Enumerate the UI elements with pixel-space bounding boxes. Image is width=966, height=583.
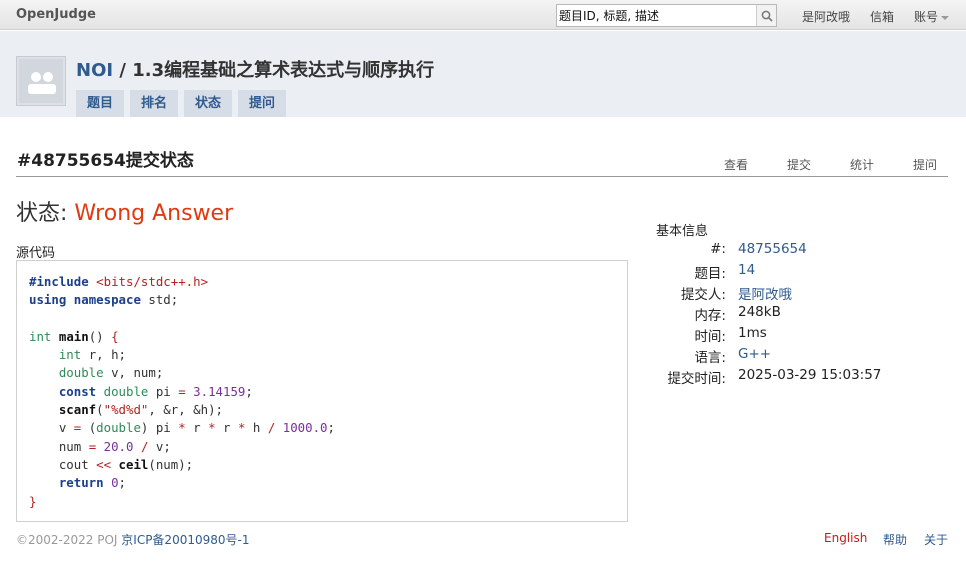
account-menu[interactable]: 账号 xyxy=(914,8,950,25)
group-avatar xyxy=(16,56,66,106)
status-label: 状态: xyxy=(16,201,68,226)
info-row-memory: 内存: 248kB xyxy=(640,304,940,325)
info-key: 时间: xyxy=(694,329,726,345)
info-row-id: #: 48755654 xyxy=(640,241,940,262)
title-divider xyxy=(16,176,948,177)
code-line: int r, h; xyxy=(58,347,126,363)
memory-value: 248kB xyxy=(738,304,781,320)
user-name-link[interactable]: 是阿改哦 xyxy=(802,8,850,25)
code-line: const double pi = 3.14159; xyxy=(58,383,253,399)
info-key: 语言: xyxy=(694,350,726,366)
code-line: num = 20.0 / v; xyxy=(29,438,171,454)
source-code-box: #include <bits/stdc++.h> using namespace… xyxy=(16,260,628,522)
source-code-label: 源代码 xyxy=(16,246,56,261)
action-statistics[interactable]: 统计 xyxy=(850,156,874,173)
account-label: 账号 xyxy=(914,10,939,24)
group-link[interactable]: NOI xyxy=(76,60,113,81)
time-value: 1ms xyxy=(738,325,767,341)
tab-ranking[interactable]: 排名 xyxy=(130,90,179,117)
site-logo[interactable]: OpenJudge xyxy=(16,7,96,22)
code-line: return 0; xyxy=(58,475,127,491)
footer-copyright: ©2002-2022 POJ 京ICP备20010980号-1 xyxy=(16,531,249,548)
language-english-link[interactable]: English xyxy=(824,531,867,545)
code-line: #include <bits/stdc++.h> xyxy=(29,274,209,289)
action-submit[interactable]: 提交 xyxy=(787,156,811,173)
chevron-down-icon xyxy=(941,15,950,20)
problem-link[interactable]: 14 xyxy=(738,262,755,278)
icp-link[interactable]: 京ICP备20010980号-1 xyxy=(121,533,249,547)
code-line: double v, num; xyxy=(58,365,164,381)
info-row-submitter: 提交人: 是阿改哦 xyxy=(640,283,940,304)
info-key: #: xyxy=(710,241,726,257)
tab-questions[interactable]: 提问 xyxy=(238,90,287,117)
code-line: cout << ceil(num); xyxy=(29,456,194,472)
language-link[interactable]: G++ xyxy=(738,346,771,362)
submitter-link[interactable]: 是阿改哦 xyxy=(738,283,792,303)
code-line: using namespace std; xyxy=(29,292,179,308)
search-input[interactable] xyxy=(557,5,757,26)
code-line: } xyxy=(29,493,37,509)
status-line: 状态: Wrong Answer xyxy=(16,195,233,227)
status-value: Wrong Answer xyxy=(74,201,234,226)
title-separator: / xyxy=(119,60,126,81)
info-title: 基本信息 xyxy=(656,224,709,239)
tab-problems[interactable]: 题目 xyxy=(76,90,125,117)
page-title: NOI / 1.3编程基础之算术表达式与顺序执行 xyxy=(76,56,434,82)
code-line: v = (double) pi * r * r * h / 1000.0; xyxy=(29,420,335,436)
info-key: 提交时间: xyxy=(667,371,726,387)
action-view[interactable]: 查看 xyxy=(724,156,748,173)
search-box xyxy=(556,4,777,27)
help-link[interactable]: 帮助 xyxy=(883,531,907,548)
code-line: scanf("%d%d", &r, &h); xyxy=(58,402,223,418)
submission-title: #48755654提交状态 xyxy=(17,151,194,171)
action-ask[interactable]: 提问 xyxy=(913,156,937,173)
contest-title: 1.3编程基础之算术表达式与顺序执行 xyxy=(132,60,435,81)
info-row-language: 语言: G++ xyxy=(640,346,940,367)
search-button[interactable] xyxy=(756,5,776,26)
top-bar: OpenJudge 是阿改哦 信箱 账号 xyxy=(0,0,966,30)
submit-time-value: 2025-03-29 15:03:57 xyxy=(738,367,882,383)
info-row-submit-time: 提交时间: 2025-03-29 15:03:57 xyxy=(640,367,940,388)
info-row-time: 时间: 1ms xyxy=(640,325,940,346)
mailbox-link[interactable]: 信箱 xyxy=(870,8,894,25)
info-key: 提交人: xyxy=(680,287,726,303)
search-icon xyxy=(761,10,773,22)
copyright-text: ©2002-2022 POJ xyxy=(16,533,118,547)
about-link[interactable]: 关于 xyxy=(924,531,948,548)
source-code: #include <bits/stdc++.h> using namespace… xyxy=(29,273,335,511)
group-icon xyxy=(19,59,63,103)
tab-status[interactable]: 状态 xyxy=(184,90,233,117)
group-header: NOI / 1.3编程基础之算术表达式与顺序执行 题目 排名 状态 提问 xyxy=(0,31,966,117)
code-line: int main() { xyxy=(29,328,119,344)
info-row-problem: 题目: 14 xyxy=(640,262,940,283)
info-key: 内存: xyxy=(694,308,726,324)
info-key: 题目: xyxy=(694,266,726,282)
submission-id-link[interactable]: 48755654 xyxy=(738,241,807,257)
